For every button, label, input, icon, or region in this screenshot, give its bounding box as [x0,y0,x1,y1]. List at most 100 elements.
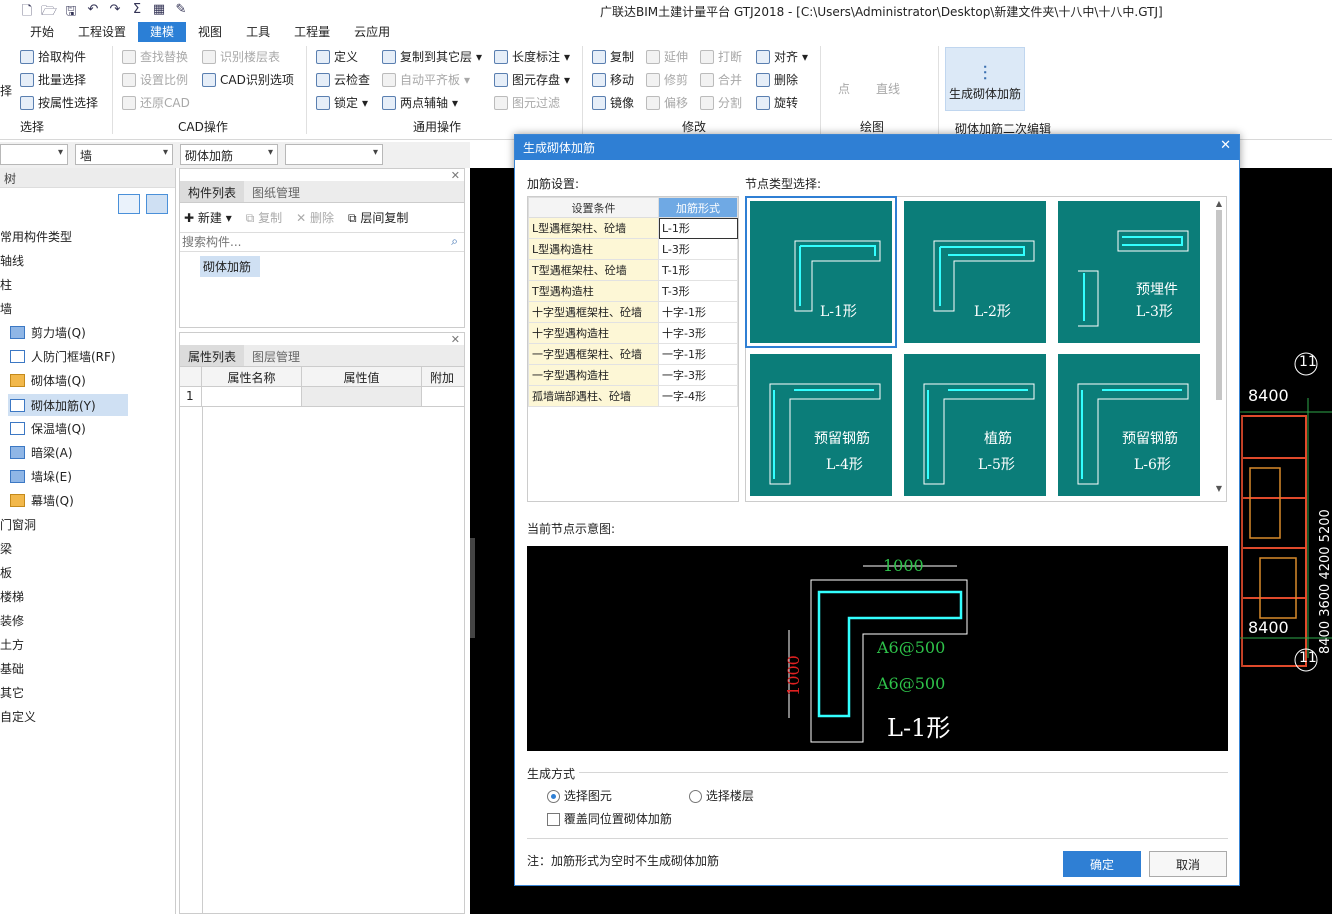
copy-to-other-floor-button[interactable]: 复制到其它层 ▾ [382,48,482,65]
define-button[interactable]: 定义 [316,48,358,65]
tab-drawing-management[interactable]: 图纸管理 [244,181,308,202]
form-cell[interactable]: T-1形 [658,259,738,281]
delete-component-button[interactable]: ✕ 删除 [296,209,334,226]
sum-icon[interactable]: Σ [128,2,146,20]
menu-start[interactable]: 开始 [18,22,66,42]
auto-flush-slab-button[interactable]: 自动平齐板 ▾ [382,71,470,88]
component-list-item[interactable]: 砌体加筋 [200,256,260,277]
new-file-icon[interactable]: 🗋 [18,2,36,20]
detail-view-icon[interactable] [146,194,168,214]
property-row[interactable]: 1 [180,387,464,407]
group-general-label[interactable]: 通用操作 [413,118,461,135]
select-fragment[interactable]: 择 [0,82,12,99]
align-button[interactable]: 对齐 ▾ [756,48,808,65]
tree-item[interactable]: 常用构件类型 [0,228,72,245]
radio-select-elements[interactable]: 选择图元 [547,787,612,804]
tree-item[interactable]: 柱 [0,276,12,293]
identify-floor-table-button[interactable]: 识别楼层表 [202,48,280,65]
two-point-axis-button[interactable]: 两点辅轴 ▾ [382,94,458,111]
form-cell[interactable]: 一字-4形 [658,385,738,407]
save-elements-button[interactable]: 图元存盘 ▾ [494,71,570,88]
menu-view[interactable]: 视图 [186,22,234,42]
redo-icon[interactable]: ↷ [106,2,124,20]
tree-item[interactable]: 基础 [0,660,24,677]
property-name-cell[interactable] [202,387,302,406]
form-cell[interactable]: 一字-1形 [658,343,738,365]
scrollbar-thumb[interactable] [1216,210,1222,400]
scroll-up-icon[interactable]: ▲ [1214,199,1224,208]
type-combo[interactable]: 砌体加筋 [180,144,278,165]
tab-property-list[interactable]: 属性列表 [180,345,245,366]
select-by-property-button[interactable]: 按属性选择 [20,94,98,111]
tree-item[interactable]: 保温墙(Q) [10,420,86,437]
close-icon[interactable]: ✕ [1220,138,1231,153]
group-modify-label[interactable]: 修改 [682,118,706,135]
cad-options-button[interactable]: CAD识别选项 [202,71,294,88]
list-view-icon[interactable] [118,194,140,214]
tree-item[interactable]: 其它 [0,684,24,701]
copy-button[interactable]: 复制 [592,48,634,65]
table-row[interactable]: 一字型遇构造柱 一字-3形 [528,364,738,386]
table-icon[interactable]: ▦ [150,2,168,20]
gallery-scrollbar[interactable]: ▲ ▼ [1214,199,1224,499]
tree-item[interactable]: 砌体墙(Q) [10,372,86,389]
menu-quantity[interactable]: 工程量 [282,22,342,42]
rotate-button[interactable]: 旋转 [756,94,798,111]
form-cell[interactable]: 一字-3形 [658,364,738,386]
split-button[interactable]: 分割 [700,94,742,111]
ok-button[interactable]: 确定 [1063,851,1141,877]
splitter-handle[interactable] [470,538,475,638]
tree-item[interactable]: 楼梯 [0,588,24,605]
length-dimension-button[interactable]: 长度标注 ▾ [494,48,570,65]
tree-item[interactable]: 土方 [0,636,24,653]
edit-icon[interactable]: ✎ [172,2,190,20]
form-cell[interactable]: 十字-3形 [658,322,738,344]
copy-component-button[interactable]: ⧉ 复制 [246,209,282,226]
tree-item[interactable]: 自定义 [0,708,36,725]
group-draw-label[interactable]: 绘图 [860,118,884,135]
tree-item[interactable]: 幕墙(Q) [10,492,74,509]
tree-item[interactable]: 墙 [0,300,12,317]
radio-select-floors[interactable]: 选择楼层 [689,787,754,804]
lock-button[interactable]: 锁定 ▾ [316,94,368,111]
new-button[interactable]: ✚ 新建 ▾ [184,209,232,226]
menu-tools[interactable]: 工具 [234,22,282,42]
property-value-cell[interactable] [302,387,422,406]
floor-combo[interactable] [0,144,68,165]
tree-item[interactable]: 暗梁(A) [10,444,73,461]
table-row[interactable]: 十字型遇构造柱 十字-3形 [528,322,738,344]
form-cell[interactable]: L-3形 [658,238,738,260]
point-draw-button[interactable]: 点 [838,80,850,97]
radio-icon[interactable] [689,790,702,803]
group-cad-label[interactable]: CAD操作 [178,118,228,135]
set-scale-button[interactable]: 设置比例 [122,71,188,88]
tree-item-masonry-rebar[interactable]: 砌体加筋(Y) [8,394,128,416]
cancel-button[interactable]: 取消 [1149,851,1227,877]
overwrite-checkbox[interactable]: 覆盖同位置砌体加筋 [547,810,672,827]
scroll-down-icon[interactable]: ▼ [1214,484,1224,493]
pick-component-button[interactable]: 拾取构件 [20,48,86,65]
undo-icon[interactable]: ↶ [84,2,102,20]
close-icon[interactable]: ✕ [451,169,460,182]
menu-project-settings[interactable]: 工程设置 [66,22,138,42]
node-thumbnail[interactable]: 预埋件 L-3形 [1058,201,1200,343]
search-icon[interactable]: ⌕ [451,234,458,249]
table-row[interactable]: L型遇构造柱 L-3形 [528,238,738,260]
tree-item[interactable]: 轴线 [0,252,24,269]
tree-item[interactable]: 墙垛(E) [10,468,72,485]
table-row[interactable]: 孤墙端部遇柱、砼墙 一字-4形 [528,385,738,407]
node-thumbnail[interactable]: 预留钢筋 L-4形 [750,354,892,496]
form-cell[interactable]: L-1形 [658,217,738,239]
node-thumbnail[interactable]: L-2形 [904,201,1046,343]
tree-item[interactable]: 梁 [0,540,12,557]
extend-button[interactable]: 延伸 [646,48,688,65]
tab-component-list[interactable]: 构件列表 [180,181,245,202]
table-row[interactable]: T型遇构造柱 T-3形 [528,280,738,302]
tree-item[interactable]: 装修 [0,612,24,629]
table-row[interactable]: L型遇框架柱、砼墙 L-1形 [528,217,738,239]
table-row[interactable]: T型遇框架柱、砼墙 T-1形 [528,259,738,281]
interfloor-copy-button[interactable]: ⧉ 层间复制 [348,209,408,226]
form-cell[interactable]: T-3形 [658,280,738,302]
component-combo[interactable] [285,144,383,165]
tree-item[interactable]: 板 [0,564,12,581]
